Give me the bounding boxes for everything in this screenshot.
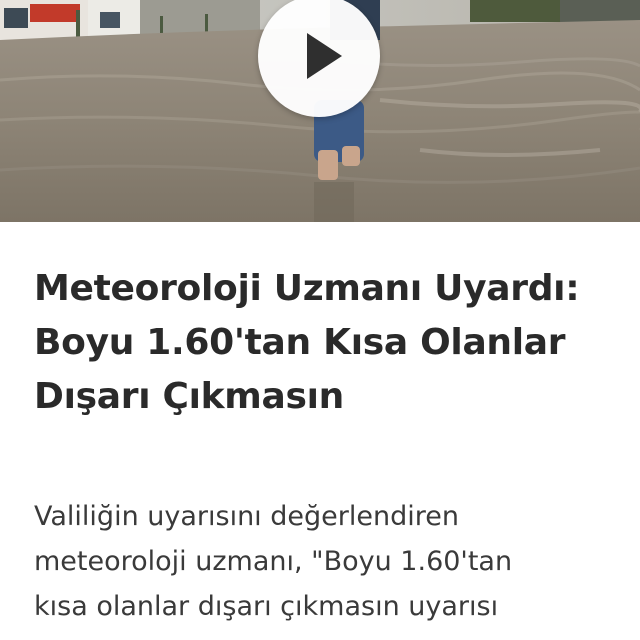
headline-line: Boyu 1.60'tan Kısa Olanlar bbox=[34, 322, 566, 363]
headline-line: Dışarı Çıkmasın bbox=[34, 376, 344, 417]
body-line: Valiliğin uyarısını değerlendiren bbox=[34, 501, 459, 532]
article-screen: Meteoroloji Uzmanı Uyardı: Boyu 1.60'tan… bbox=[0, 0, 640, 640]
article-body: Valiliğin uyarısını değerlendiren meteor… bbox=[34, 494, 614, 629]
body-line: kısa olanlar dışarı çıkmasın uyarısı bbox=[34, 591, 499, 622]
video-thumbnail[interactable] bbox=[0, 0, 640, 222]
play-icon bbox=[307, 33, 342, 79]
play-button[interactable] bbox=[258, 0, 380, 117]
article-headline[interactable]: Meteoroloji Uzmanı Uyardı: Boyu 1.60'tan… bbox=[34, 262, 614, 424]
body-line: meteoroloji uzmanı, "Boyu 1.60'tan bbox=[34, 546, 513, 577]
headline-line: Meteoroloji Uzmanı Uyardı: bbox=[34, 268, 580, 309]
article-content: Meteoroloji Uzmanı Uyardı: Boyu 1.60'tan… bbox=[34, 262, 614, 622]
